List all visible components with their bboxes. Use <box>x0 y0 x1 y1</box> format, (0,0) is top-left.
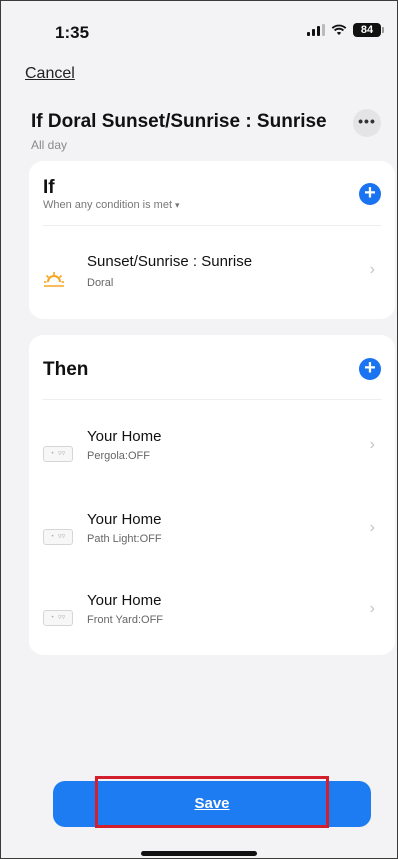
action-title: Your Home <box>87 511 162 528</box>
save-label: Save <box>194 795 230 812</box>
action-title: Your Home <box>87 592 162 609</box>
switch-icon: • ▽▽ <box>43 610 73 626</box>
status-icons: 84 <box>307 23 384 37</box>
action-subtitle: Path Light:OFF <box>87 533 162 545</box>
chevron-right-icon: › <box>369 436 375 453</box>
home-indicator <box>141 851 257 856</box>
condition-mode-label: When any condition is met <box>43 199 173 211</box>
condition-mode-dropdown[interactable]: When any condition is met ▾ <box>43 199 180 211</box>
page-title: If Doral Sunset/Sunrise : Sunrise <box>31 111 327 132</box>
add-action-button[interactable]: + <box>359 358 381 380</box>
action-row[interactable]: • ▽▽ Your Home Path Light:OFF › <box>29 511 395 571</box>
condition-title: Sunset/Sunrise : Sunrise <box>87 253 253 270</box>
condition-row[interactable]: Sunset/Sunrise : Sunrise Doral › <box>29 253 395 313</box>
chevron-right-icon: › <box>369 600 375 617</box>
action-subtitle: Pergola:OFF <box>87 450 150 462</box>
more-options-button[interactable]: ••• <box>353 109 381 137</box>
signal-icon <box>307 24 325 36</box>
action-title: Your Home <box>87 428 162 445</box>
status-time: 1:35 <box>55 23 90 42</box>
save-button[interactable]: Save <box>53 781 371 827</box>
action-subtitle: Front Yard:OFF <box>87 614 164 626</box>
switch-icon: • ▽▽ <box>43 446 73 462</box>
app-screen: 1:35 84 Cancel If Doral Sunset/Sunrise :… <box>0 0 398 859</box>
chevron-down-icon: ▾ <box>175 200 180 210</box>
add-condition-button[interactable]: + <box>359 183 381 205</box>
then-card: Then + • ▽▽ Your Home Pergola:OFF › • ▽▽… <box>29 335 395 655</box>
switch-icon: • ▽▽ <box>43 529 73 545</box>
action-row[interactable]: • ▽▽ Your Home Pergola:OFF › <box>29 428 395 488</box>
if-title: If <box>43 177 55 198</box>
condition-subtitle: Doral <box>87 277 114 289</box>
divider <box>43 399 381 400</box>
sunrise-icon <box>43 271 65 294</box>
status-bar: 1:35 84 <box>1 1 397 61</box>
then-title: Then <box>43 359 89 380</box>
battery-icon: 84 <box>353 23 384 37</box>
if-card: If When any condition is met ▾ + Sunset/S… <box>29 161 395 319</box>
cancel-button[interactable]: Cancel <box>25 65 75 83</box>
divider <box>43 225 381 226</box>
action-row[interactable]: • ▽▽ Your Home Front Yard:OFF › <box>29 592 395 652</box>
wifi-icon <box>331 24 347 35</box>
page-subtitle: All day <box>31 138 68 152</box>
chevron-right-icon: › <box>369 519 375 536</box>
chevron-right-icon: › <box>369 261 375 278</box>
